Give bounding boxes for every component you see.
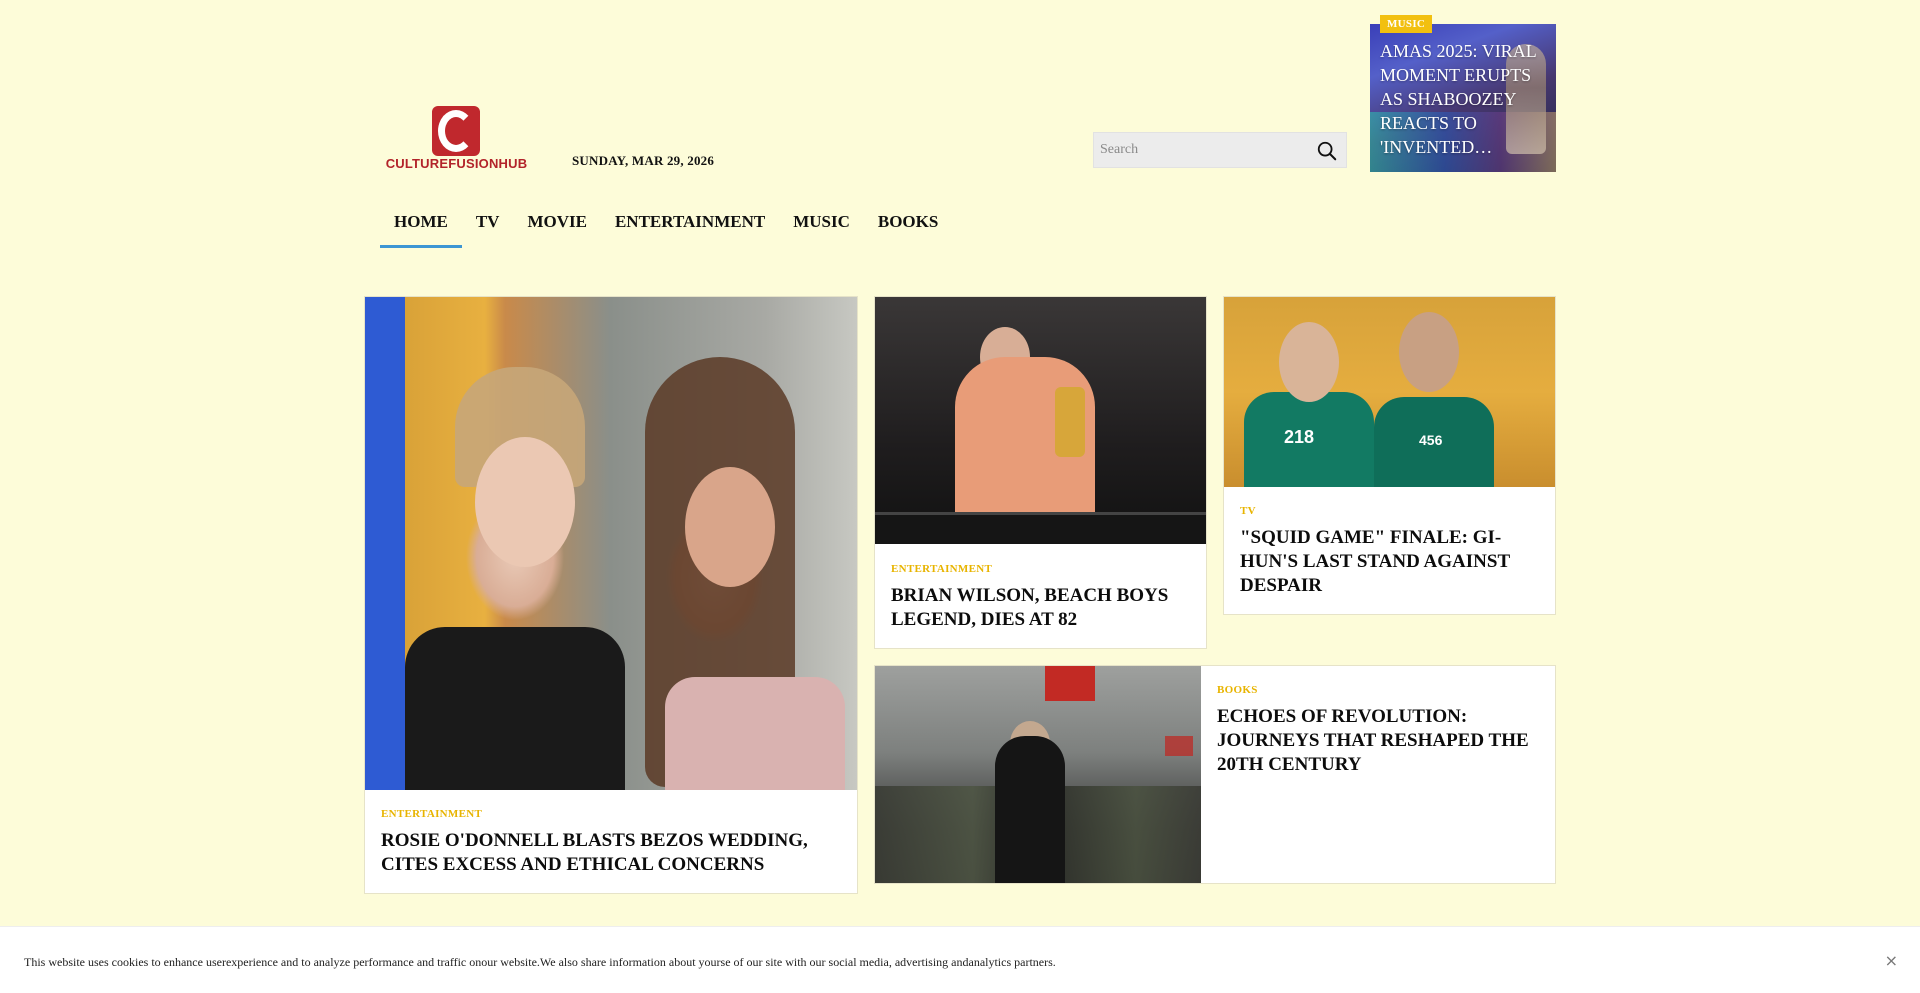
article-image[interactable] xyxy=(365,297,857,790)
article-title[interactable]: ECHOES OF REVOLUTION: JOURNEYS THAT RESH… xyxy=(1217,705,1537,777)
search-icon[interactable] xyxy=(1316,140,1338,162)
search-box[interactable] xyxy=(1093,132,1347,168)
nav-item-entertainment[interactable]: ENTERTAINMENT xyxy=(601,206,779,248)
nav-item-home[interactable]: HOME xyxy=(380,206,462,248)
logo-text: CULTUREFUSIONHUB xyxy=(385,156,528,171)
nav-item-books[interactable]: BOOKS xyxy=(864,206,952,248)
article-title[interactable]: "SQUID GAME" FINALE: GI-HUN'S LAST STAND… xyxy=(1240,526,1540,598)
top-story-category-badge[interactable]: MUSIC xyxy=(1380,15,1433,33)
article-image[interactable] xyxy=(875,666,1201,883)
article-image[interactable] xyxy=(875,297,1206,544)
top-story-card[interactable]: AMAS 2025: VIRAL MOMENT ERUPTS AS SHABOO… xyxy=(1370,24,1556,172)
article-category[interactable]: TV xyxy=(1240,505,1256,517)
cookie-message: This website uses cookies to enhance use… xyxy=(24,955,1056,969)
article-card-squid-game[interactable]: 218 456 TV "SQUID GAME" FINALE: GI-HUN'S… xyxy=(1223,296,1556,615)
cookie-banner: This website uses cookies to enhance use… xyxy=(0,926,1920,993)
nav-item-music[interactable]: MUSIC xyxy=(779,206,864,248)
article-card-brian[interactable]: ENTERTAINMENT BRIAN WILSON, BEACH BOYS L… xyxy=(874,296,1207,649)
article-category[interactable]: BOOKS xyxy=(1217,684,1258,696)
site-header: CULTUREFUSIONHUB SUNDAY, MAR 29, 2026 AM… xyxy=(0,0,1920,260)
nav-item-movie[interactable]: MOVIE xyxy=(513,206,601,248)
current-date: SUNDAY, MAR 29, 2026 xyxy=(572,153,715,168)
search-input[interactable] xyxy=(1094,133,1314,167)
logo-mark xyxy=(432,106,480,156)
article-title[interactable]: ROSIE O'DONNELL BLASTS BEZOS WEDDING, CI… xyxy=(381,829,821,877)
article-category[interactable]: ENTERTAINMENT xyxy=(381,808,482,820)
article-category[interactable]: ENTERTAINMENT xyxy=(891,563,992,575)
close-icon[interactable]: × xyxy=(1885,951,1898,970)
site-logo[interactable]: CULTUREFUSIONHUB xyxy=(384,104,529,171)
article-card-echoes[interactable]: BOOKS ECHOES OF REVOLUTION: JOURNEYS THA… xyxy=(874,665,1556,884)
article-card-rosie[interactable]: ENTERTAINMENT ROSIE O'DONNELL BLASTS BEZ… xyxy=(364,296,858,894)
top-story-title[interactable]: AMAS 2025: VIRAL MOMENT ERUPTS AS SHABOO… xyxy=(1380,39,1548,159)
nav-item-tv[interactable]: TV xyxy=(462,206,514,248)
article-image[interactable]: 218 456 xyxy=(1224,297,1555,487)
article-title[interactable]: BRIAN WILSON, BEACH BOYS LEGEND, DIES AT… xyxy=(891,584,1191,632)
main-nav: HOME TV MOVIE ENTERTAINMENT MUSIC BOOKS xyxy=(380,206,952,248)
